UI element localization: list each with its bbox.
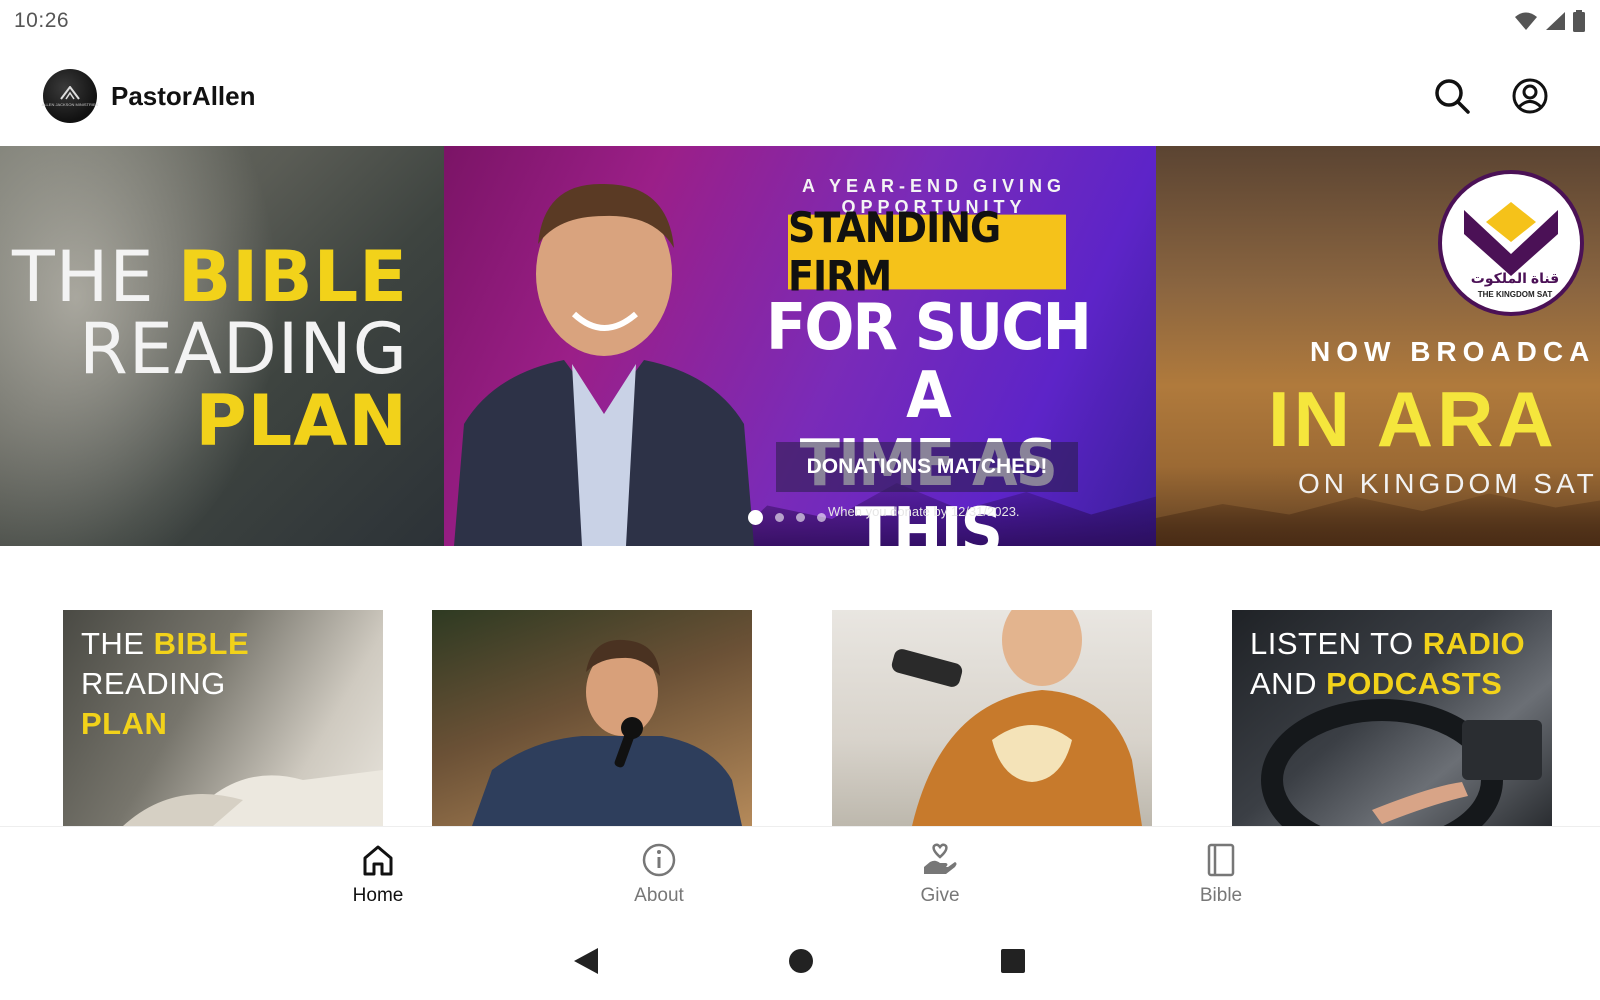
tile-line1-yellow: RADIO: [1422, 626, 1526, 661]
search-button[interactable]: [1432, 76, 1472, 116]
bottom-navigation: Home About Give Bible: [0, 826, 1600, 916]
title-line1-white: THE: [11, 236, 178, 318]
kingdom-sat-logo: قناة الملكوت THE KINGDOM SAT: [1438, 170, 1584, 316]
woman-with-remote-photo: [891, 610, 1142, 826]
account-circle-icon: [1512, 78, 1548, 114]
tile-title: LISTEN TO RADIO AND PODCASTS: [1250, 624, 1525, 704]
title-line2: READING: [79, 308, 408, 390]
nav-home[interactable]: Home: [298, 843, 458, 913]
account-button[interactable]: [1510, 76, 1550, 116]
tile-line3: PLAN: [81, 706, 168, 741]
home-icon: [363, 845, 393, 876]
standing-firm-badge: STANDING FIRM: [788, 204, 1066, 300]
status-icons: [1514, 10, 1586, 32]
channel-line: ON KINGDOM SAT: [1298, 468, 1598, 499]
carousel-dot-4[interactable]: [817, 513, 826, 522]
home-circle-icon[interactable]: [788, 946, 814, 976]
carousel-dot-1[interactable]: [748, 510, 763, 525]
pastor-preaching-photo: [472, 639, 742, 826]
nav-bible-label: Bible: [1199, 885, 1243, 906]
title-line3: PLAN: [195, 380, 408, 462]
kingdom-sat-emblem-icon: [1464, 202, 1558, 276]
battery-icon: [1573, 10, 1585, 32]
signal-icon: [1546, 12, 1565, 30]
tile-line1-white: THE: [81, 626, 154, 661]
language-line: IN ARA: [1268, 375, 1558, 463]
nav-about-label: About: [634, 885, 684, 906]
status-time: 10:26: [14, 9, 70, 32]
carousel-indicator: [748, 510, 826, 525]
app-actions: [1432, 76, 1550, 116]
tile-watch[interactable]: [832, 610, 1152, 826]
tile-radio-podcasts[interactable]: LISTEN TO RADIO AND PODCASTS: [1232, 610, 1552, 826]
ministry-logo: ALLEN JACKSON MINISTRIES: [41, 69, 99, 123]
tile-line2: READING: [81, 666, 226, 701]
recents-square-icon[interactable]: [1000, 946, 1026, 976]
back-icon[interactable]: [572, 946, 600, 976]
info-icon: [642, 843, 676, 877]
nav-give-label: Give: [920, 885, 960, 906]
donation-fine-print: When you donate by 12/31/2023.: [828, 504, 1020, 519]
donations-matched-label: DONATIONS MATCHED!: [776, 442, 1078, 492]
app-title: PastorAllen: [111, 80, 256, 111]
give-hand-heart-icon: [924, 843, 957, 874]
logo-text: ALLEN JACKSON MINISTRIES: [41, 101, 99, 107]
nav-home-label: Home: [352, 885, 404, 906]
wifi-icon: [1515, 12, 1537, 30]
broadcast-line: NOW BROADCA: [1310, 336, 1596, 367]
tile-bible-reading-plan[interactable]: THE BIBLE READING PLAN: [63, 610, 383, 826]
slide-bible-reading-plan[interactable]: THE BIBLE READING PLAN: [0, 146, 444, 546]
tile-title: THE BIBLE READING PLAN: [81, 624, 249, 744]
book-icon: [1207, 843, 1235, 877]
headline-line1: FOR SUCH A: [765, 291, 1092, 433]
tile-line2-white: AND: [1250, 666, 1327, 701]
tile-line1-yellow: BIBLE: [153, 626, 250, 661]
hero-carousel[interactable]: THE BIBLE READING PLAN A YEAR-END GIVING…: [0, 146, 1600, 546]
app-bar: ALLEN JACKSON MINISTRIES PastorAllen: [0, 56, 1600, 136]
slide-kingdom-sat[interactable]: قناة الملكوت THE KINGDOM SAT NOW BROADCA…: [1156, 146, 1600, 546]
kingdom-sat-arabic: قناة الملكوت: [1470, 270, 1560, 286]
tile-line2-yellow: PODCASTS: [1326, 666, 1503, 701]
content-tiles: THE BIBLE READING PLAN LISTEN TO RADIO A…: [0, 610, 1600, 826]
tile-line1-white: LISTEN TO: [1250, 626, 1423, 661]
search-icon: [1435, 79, 1470, 114]
mountain-logo-icon: [60, 85, 80, 100]
title-line1-yellow: BIBLE: [177, 236, 408, 318]
nav-give[interactable]: Give: [860, 843, 1020, 913]
system-navigation-bar: [0, 930, 1600, 992]
status-bar: 10:26: [0, 0, 1600, 42]
carousel-dot-3[interactable]: [796, 513, 805, 522]
slide-title: THE BIBLE READING PLAN: [12, 241, 408, 457]
nav-bible[interactable]: Bible: [1141, 843, 1301, 913]
brand[interactable]: ALLEN JACKSON MINISTRIES PastorAllen: [41, 69, 256, 123]
tile-pastor-preaching[interactable]: [432, 610, 752, 826]
nav-about[interactable]: About: [579, 843, 739, 913]
pastor-photo: [454, 183, 754, 546]
kingdom-sat-latin: THE KINGDOM SAT: [1477, 290, 1553, 299]
slide-year-end-giving[interactable]: A YEAR-END GIVING OPPORTUNITY STANDING F…: [444, 146, 1156, 546]
carousel-dot-2[interactable]: [775, 513, 784, 522]
